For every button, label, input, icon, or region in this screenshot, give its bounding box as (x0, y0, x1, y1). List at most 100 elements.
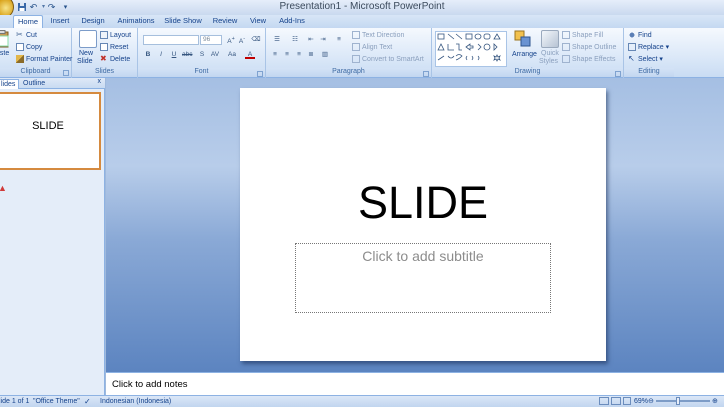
underline-icon[interactable]: U (169, 50, 179, 59)
paragraph-launcher-icon[interactable] (423, 71, 429, 77)
pen-icon (562, 43, 570, 52)
convert-smartart-button[interactable]: Convert to SmartArt (352, 55, 424, 64)
paste-button[interactable]: aste (0, 30, 12, 58)
close-pane-icon[interactable]: x (98, 78, 102, 85)
quick-styles-button[interactable]: Quick Styles (538, 30, 560, 68)
align-right-icon[interactable]: ≡ (294, 50, 304, 59)
shape-outline-button[interactable]: Shape Outline (562, 43, 616, 52)
change-case-icon[interactable]: Aa (227, 50, 237, 59)
paste-label: aste (0, 50, 10, 57)
paintbrush-icon (16, 55, 24, 64)
slides-group: New Slide Layout Reset ✖ Delete Slides (72, 28, 138, 78)
tab-design[interactable]: Design (80, 15, 106, 28)
slide-title[interactable]: SLIDE (240, 177, 606, 229)
shadow-icon[interactable]: S (197, 50, 207, 59)
zoom-slider[interactable] (656, 400, 710, 402)
drawing-launcher-icon[interactable] (615, 71, 621, 77)
layout-button[interactable]: Layout (100, 31, 131, 40)
align-text-label: Align Text (362, 44, 393, 51)
select-button[interactable]: ↖ Select ▾ (628, 55, 663, 64)
zoom-in-icon[interactable]: ⊕ (712, 397, 718, 407)
bold-icon[interactable]: B (143, 50, 153, 59)
notes-pane[interactable]: Click to add notes (106, 372, 724, 395)
justify-icon[interactable]: ≣ (306, 50, 316, 59)
editing-group-label: Editing (624, 68, 674, 77)
reset-button[interactable]: Reset (100, 43, 128, 52)
slide-sorter-icon[interactable] (611, 397, 621, 405)
bullets-icon[interactable]: ☰ (270, 35, 284, 44)
format-painter-button[interactable]: Format Painter (16, 55, 72, 64)
cut-button[interactable]: ✂ Cut (16, 31, 37, 40)
clipboard-group: aste ✂Cut Copy Format Painter Clipboard (0, 28, 72, 78)
window-title: Presentation1 - Microsoft PowerPoint (279, 1, 445, 12)
smartart-icon (352, 55, 360, 64)
tab-animations[interactable]: Animations (116, 15, 156, 28)
line-spacing-icon[interactable]: ≡ (334, 35, 344, 44)
align-left-icon[interactable]: ≡ (270, 50, 280, 59)
new-slide-button[interactable]: New Slide (76, 30, 100, 66)
editing-group: Find Replace ▾ ↖ Select ▾ Editing (624, 28, 674, 78)
slides-pane: lides Outline x SLIDE ▲ (0, 78, 105, 395)
tab-add-ins[interactable]: Add-Ins (278, 15, 306, 28)
drawing-group-label: Drawing (432, 68, 623, 77)
text-direction-label: Text Direction (362, 32, 405, 39)
font-color-icon[interactable]: A (245, 50, 255, 59)
copy-label: Copy (26, 44, 43, 51)
shape-fill-button[interactable]: Shape Fill (562, 31, 603, 40)
quick-styles-label-2: Styles (539, 58, 559, 65)
replace-button[interactable]: Replace ▾ (628, 43, 669, 52)
font-launcher-icon[interactable] (257, 71, 263, 77)
tab-review[interactable]: Review (212, 15, 238, 28)
numbering-icon[interactable]: ☷ (288, 35, 302, 44)
delete-button[interactable]: ✖ Delete (100, 55, 130, 64)
zoom-out-icon[interactable]: ⊖ (648, 397, 654, 407)
replace-icon (628, 43, 636, 52)
tab-home[interactable]: Home (13, 15, 43, 28)
slide-editing-area: SLIDE Click to add subtitle (106, 78, 724, 372)
slide-canvas[interactable]: SLIDE Click to add subtitle (240, 88, 606, 361)
font-group-label: Font (138, 68, 265, 77)
subtitle-placeholder[interactable]: Click to add subtitle (295, 243, 551, 313)
zoom-level[interactable]: 69% (634, 397, 648, 407)
grow-font-icon[interactable]: A+ (226, 35, 236, 45)
shape-effects-label: Shape Effects (572, 56, 616, 63)
tab-insert[interactable]: Insert (48, 15, 72, 28)
find-button[interactable]: Find (628, 31, 652, 40)
cut-label: Cut (26, 32, 37, 39)
text-direction-button[interactable]: Text Direction (352, 31, 404, 40)
arrange-label: Arrange (512, 51, 537, 58)
arrange-button[interactable]: Arrange (512, 30, 537, 68)
decrease-indent-icon[interactable]: ⇤ (306, 35, 316, 44)
shape-fill-label: Shape Fill (572, 32, 604, 39)
font-name-combo[interactable] (143, 35, 199, 45)
status-bar: lide 1 of 1 "Office Theme" ✓ Indonesian … (0, 395, 724, 407)
copy-button[interactable]: Copy (16, 43, 42, 52)
tab-view[interactable]: View (248, 15, 268, 28)
font-size-combo[interactable]: 96 (200, 35, 222, 45)
shrink-font-icon[interactable]: A- (237, 35, 247, 45)
spellcheck-icon[interactable]: ✓ (84, 397, 91, 407)
language[interactable]: Indonesian (Indonesia) (100, 397, 171, 407)
align-text-button[interactable]: Align Text (352, 43, 392, 52)
slide-thumbnail[interactable]: SLIDE (0, 92, 101, 170)
increase-indent-icon[interactable]: ⇥ (318, 35, 328, 44)
replace-label: Replace (638, 44, 664, 51)
layout-label: Layout (110, 32, 132, 39)
align-center-icon[interactable]: ≡ (282, 50, 292, 59)
columns-icon[interactable]: ▥ (320, 50, 330, 59)
tab-slides[interactable]: lides (0, 79, 20, 89)
clear-formatting-icon[interactable]: ⌫ (251, 35, 261, 44)
tab-slide-show[interactable]: Slide Show (164, 15, 202, 28)
shape-effects-button[interactable]: Shape Effects (562, 55, 615, 64)
italic-icon[interactable]: I (156, 50, 166, 59)
normal-view-icon[interactable] (599, 397, 609, 405)
strikethrough-icon[interactable]: abc (182, 50, 192, 59)
clipboard-launcher-icon[interactable] (63, 70, 69, 76)
tab-outline[interactable]: Outline (20, 79, 48, 89)
clipboard-group-label: Clipboard (0, 68, 71, 77)
effects-icon (562, 55, 570, 64)
slideshow-view-icon[interactable] (623, 397, 631, 405)
char-spacing-icon[interactable]: AV (210, 50, 220, 59)
shapes-gallery[interactable] (435, 31, 507, 67)
zoom-slider-thumb[interactable] (676, 397, 680, 405)
